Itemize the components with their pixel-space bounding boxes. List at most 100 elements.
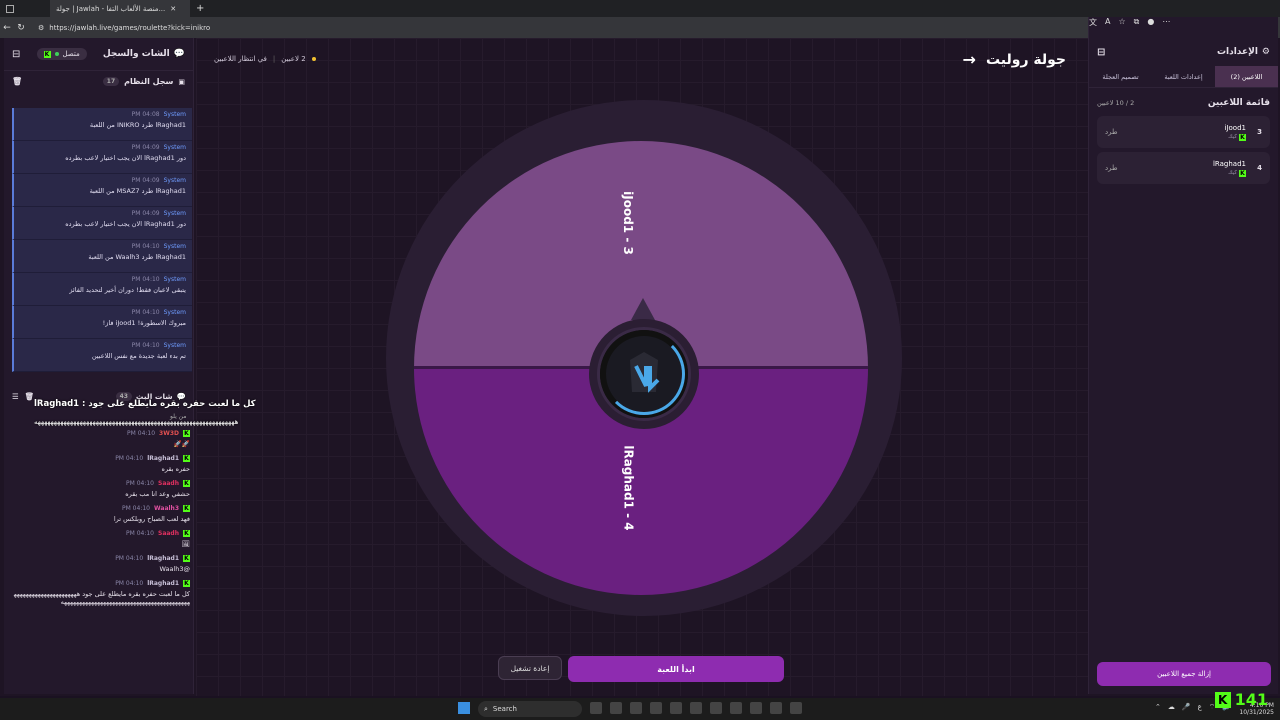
taskbar-search[interactable]: ⌕ Search	[478, 701, 582, 717]
file-explorer-icon[interactable]	[590, 702, 602, 714]
settings-panel: ⊟ ⚙ الإعدادات اللاعبين (2) إعدادات اللعب…	[1088, 38, 1278, 694]
gear-icon: ⚙	[1261, 47, 1270, 57]
kick-logo-icon: K	[183, 455, 190, 462]
game-area: 2 لاعبين | في انتظار اللاعبين جولة روليت…	[196, 38, 1088, 696]
browser-tab[interactable]: جولة | Jawlah - منصة الألعاب التفا... ✕	[50, 0, 190, 17]
epic-games-icon[interactable]	[730, 702, 742, 714]
windows-start-icon[interactable]	[458, 702, 470, 714]
progress-ring	[603, 333, 685, 415]
tab-game-settings[interactable]: إعدادات اللعبة	[1152, 66, 1215, 87]
collapse-panel-icon[interactable]: ⊟	[1097, 47, 1105, 58]
message-text: lRaghad1 طرد INIKRO من اللعبة	[89, 121, 186, 129]
collapse-panel-icon[interactable]: ⊟	[12, 49, 20, 60]
kick-logo-icon: K	[183, 530, 190, 537]
game-title: جولة روليت →	[963, 50, 1066, 69]
sender: System	[163, 177, 186, 184]
sender: System	[163, 309, 186, 316]
system-log-item: System PM 04:10 lRaghad1 طرد Waalh3 من الل…	[12, 240, 192, 273]
settings-title: الإعدادات	[1216, 47, 1258, 57]
url-text: https://jawlah.live/games/roulette?kick=…	[49, 23, 211, 32]
chat-time: PM 04:10	[115, 455, 144, 462]
chat-message: KlRaghad1 PM 04:10 حفره بقره	[12, 455, 190, 473]
trash-icon[interactable]: 🗑	[25, 392, 35, 401]
title-text: جولة روليت	[985, 51, 1066, 68]
kick-player-button[interactable]: طرد	[1105, 164, 1118, 172]
chat-time: PM 04:10	[115, 580, 144, 587]
mic-icon[interactable]: 🎤	[1182, 703, 1191, 712]
viewer-count: 141	[1234, 690, 1268, 709]
chat-menu-icon[interactable]: ☰	[12, 392, 19, 401]
brave-icon[interactable]	[770, 702, 782, 714]
sender: System	[163, 243, 186, 250]
system-log-item: System PM 04:09 دور lRaghad1 الان يجب اختي…	[12, 207, 192, 240]
app-icon[interactable]	[750, 702, 762, 714]
address-bar-row: ← ↻ ⚙ https://jawlah.live/games/roulette…	[0, 17, 1280, 673]
cloud-icon[interactable]: ☁	[1168, 703, 1175, 712]
chat-username: 3W3D	[159, 430, 179, 437]
wheel-hub	[589, 319, 699, 429]
panel-title: 💬 الشات والسجل	[103, 49, 185, 59]
sender: System	[163, 276, 186, 283]
system-log-item: System PM 04:10 مبروك الاسطورة! iJood1 فاز…	[12, 306, 192, 339]
chat-message: KlRaghad1 PM 04:10 @Waalh3	[12, 555, 190, 573]
waiting-count: 2 لاعبين	[281, 55, 306, 63]
time: PM 04:08	[131, 111, 160, 118]
reset-button[interactable]: إعادة تشغيل	[498, 656, 562, 680]
kick-logo-icon: K	[183, 430, 190, 437]
site-info-icon[interactable]: ⚙	[38, 24, 44, 32]
message-text: دور lRaghad1 الان يجب اختيار لاعب بطرده	[65, 154, 186, 162]
system-log-item: System PM 04:10 تم بدء لعبة جديدة مع نفس ا…	[12, 339, 192, 372]
ticker-sub: من يلو	[170, 413, 187, 420]
remove-all-players-button[interactable]: إزالة جميع اللاعبين	[1097, 662, 1271, 686]
chat-text: حشفي وعد انا مب بقره	[125, 490, 190, 498]
tab-title: جولة | Jawlah - منصة الألعاب التفا...	[56, 4, 166, 13]
reload-icon[interactable]: ↻	[14, 23, 28, 33]
chat-time: PM 04:10	[126, 480, 154, 487]
connection-status: متصل	[62, 50, 80, 58]
panel-title-text: الشات والسجل	[102, 49, 170, 59]
sender: System	[163, 144, 186, 151]
browser-tab-strip: جولة | Jawlah - منصة الألعاب التفا... ✕ …	[0, 0, 1280, 17]
close-tab-icon[interactable]: ✕	[170, 5, 176, 13]
window-menu-icon[interactable]	[6, 4, 14, 13]
chevron-up-icon[interactable]: ⌃	[1155, 703, 1161, 712]
system-log-header: 🗑 ▣ سجل النظام 17	[4, 70, 193, 92]
app-root: ⊟ K متصل 💬 الشات والسجل 🗑 ▣ سجل النظام 1…	[0, 38, 1280, 696]
waiting-status: 2 لاعبين | في انتظار اللاعبين	[214, 55, 316, 63]
tab-players[interactable]: اللاعبين (2)	[1215, 66, 1278, 87]
new-tab-icon[interactable]: +	[196, 3, 204, 14]
waiting-label: في انتظار اللاعبين	[214, 55, 267, 63]
trash-icon[interactable]: 🗑	[12, 77, 22, 86]
chat-message: K Waalh3 PM 04:10 فهد لعب الصباح روبلكس ترا	[12, 505, 190, 523]
chat-text: كل ما لعبت حفره بقره مايطلع على جود هههه…	[13, 590, 190, 606]
player-platform: كيك	[1228, 134, 1237, 140]
store-icon[interactable]	[610, 702, 622, 714]
search-label: Search	[492, 705, 517, 713]
chat-username: Saadh	[158, 480, 179, 487]
chat-username: Waalh3	[153, 505, 179, 512]
tab-wheel-design[interactable]: تصميم العجلة	[1089, 66, 1152, 87]
chat-time: PM 04:10	[115, 555, 144, 562]
system-log-item: System PM 04:10 يتبقى لاعبان فقط! دوران أخ…	[12, 273, 192, 306]
player-card: 3 iJood1 K كيك طرد	[1097, 116, 1270, 148]
chrome-icon[interactable]	[690, 702, 702, 714]
back-icon[interactable]: ←	[0, 23, 14, 33]
system-log-count: 17	[102, 77, 120, 86]
app-icon[interactable]	[710, 702, 722, 714]
language-indicator[interactable]: ع	[1198, 703, 1202, 712]
settings-tabs: اللاعبين (2) إعدادات اللعبة تصميم العجلة	[1089, 66, 1278, 88]
message-text: تم بدء لعبة جديدة مع نفس اللاعبين	[91, 352, 186, 360]
start-game-button[interactable]: ابدأ اللعبة	[568, 656, 784, 682]
edge-icon[interactable]	[790, 702, 802, 714]
discord-icon[interactable]	[650, 702, 662, 714]
back-arrow-icon[interactable]: →	[963, 50, 976, 69]
chat-log-panel: ⊟ K متصل 💬 الشات والسجل 🗑 ▣ سجل النظام 1…	[4, 38, 194, 694]
search-icon: ⌕	[484, 704, 488, 713]
address-bar[interactable]: ⚙ https://jawlah.live/games/roulette?kic…	[38, 24, 210, 32]
steam-icon[interactable]	[630, 702, 642, 714]
chat-text: فهد لعب الصباح روبلكس ترا	[113, 515, 190, 523]
gallery-icon[interactable]	[670, 702, 682, 714]
stream-chat-ticker-laugh: هههههههههههههههههههههههههههههههههههههههه…	[34, 418, 239, 426]
chat-username: lRaghad1	[147, 580, 179, 587]
kick-player-button[interactable]: طرد	[1105, 128, 1118, 136]
